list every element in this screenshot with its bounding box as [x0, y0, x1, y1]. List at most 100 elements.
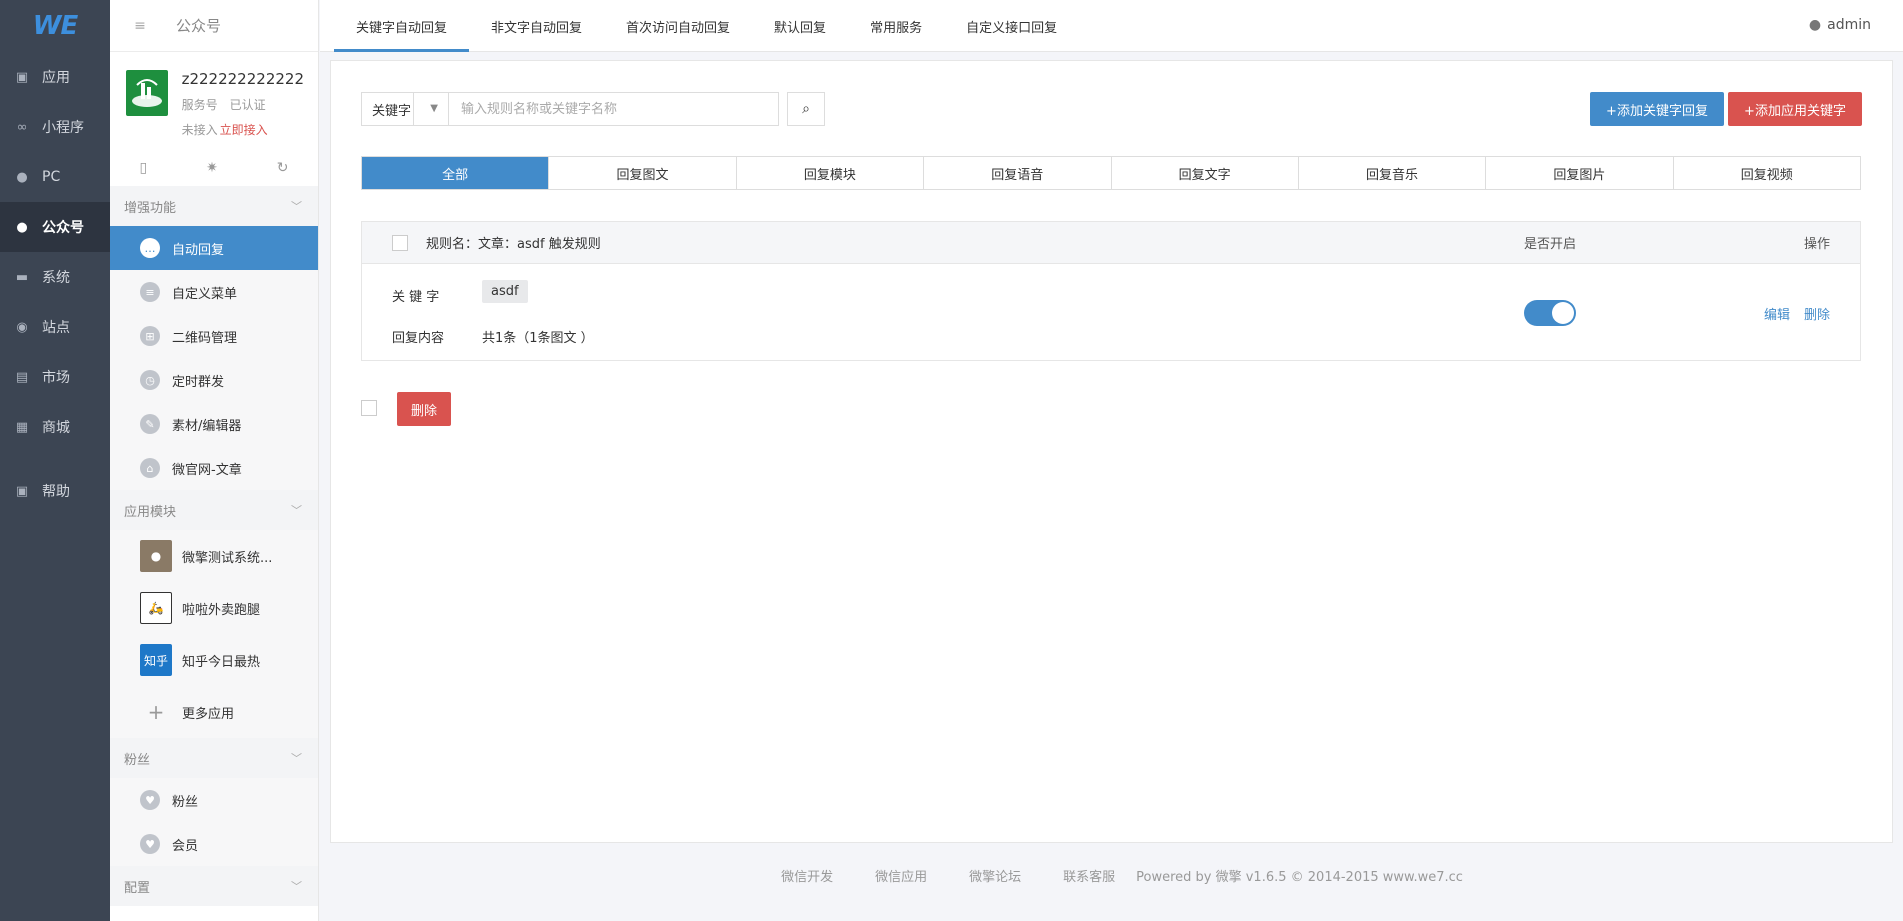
nav-custom-menu[interactable]: ≡ 自定义菜单	[110, 270, 318, 314]
tab-first-visit-reply[interactable]: 首次访问自动回复	[604, 0, 752, 52]
group-config[interactable]: 配置 ﹀	[110, 866, 318, 906]
main-panel: 关键字 ▼ ⌕ +添加关键字回复 +添加应用关键字 全部 回复图文 回复模块 回…	[330, 60, 1893, 843]
help-icon: ▣	[15, 483, 29, 499]
filter-voice[interactable]: 回复语音	[924, 157, 1112, 189]
caret-down-icon: ▼	[430, 103, 438, 114]
rail-item-site[interactable]: ◉ 站点	[0, 302, 110, 352]
bulk-delete-button[interactable]: 删除	[397, 392, 451, 426]
rail-item-apps[interactable]: ▣ 应用	[0, 52, 110, 102]
rail-item-miniprogram[interactable]: ∞ 小程序	[0, 102, 110, 152]
filter-image[interactable]: 回复图片	[1486, 157, 1674, 189]
mobile-icon[interactable]: ▯	[139, 160, 147, 176]
qrcode-icon: ⊞	[140, 326, 160, 346]
nav-microsite-article[interactable]: ⌂ 微官网-文章	[110, 446, 318, 490]
account-status: 未接入	[181, 123, 218, 137]
link-icon: ∞	[16, 119, 28, 135]
nav-fans[interactable]: ♥ 粉丝	[110, 778, 318, 822]
search-button[interactable]: ⌕	[787, 92, 825, 126]
user-menu[interactable]: ● admin	[1809, 0, 1871, 50]
keyword-label: 关 键 字	[392, 290, 440, 305]
account-verified: 已认证	[229, 98, 266, 112]
footer: 微信开发 微信应用 微擎论坛 联系客服 Powered by 微擎 v1.6.5…	[320, 860, 1903, 890]
tab-keyword-reply[interactable]: 关键字自动回复	[334, 0, 470, 52]
heart-icon: ♥	[140, 834, 160, 854]
gear-icon[interactable]: ✷	[206, 160, 218, 176]
search-icon: ⌕	[802, 101, 810, 117]
filter-news[interactable]: 回复图文	[549, 157, 737, 189]
rule-checkbox[interactable]	[392, 234, 408, 251]
footer-link-wechat-apps[interactable]: 微信应用	[875, 866, 927, 885]
rail-item-system[interactable]: ▬ 系统	[0, 252, 110, 302]
module-more-apps[interactable]: + 更多应用	[110, 686, 318, 738]
account-name: z222222222222	[181, 70, 304, 88]
chevron-down-icon: ﹀	[291, 504, 302, 517]
tab-custom-api-reply[interactable]: 自定义接口回复	[944, 0, 1079, 52]
menu-toggle-icon[interactable]: ≡	[110, 18, 170, 34]
nav-scheduled-send[interactable]: ◷ 定时群发	[110, 358, 318, 402]
koala-icon: ●	[140, 540, 172, 572]
scooter-icon: 🛵	[140, 592, 172, 624]
delete-link[interactable]: 删除	[1804, 304, 1830, 323]
nav-members[interactable]: ♥ 会员	[110, 822, 318, 866]
footer-link-forum[interactable]: 微擎论坛	[969, 866, 1021, 885]
col-enabled-header: 是否开启	[1524, 237, 1577, 252]
reply-type-filter: 全部 回复图文 回复模块 回复语音 回复文字 回复音乐 回复图片 回复视频	[361, 156, 1861, 190]
pencil-icon: ✎	[140, 414, 160, 434]
rail-item-mall[interactable]: ▦ 商城	[0, 402, 110, 452]
nav-material-editor[interactable]: ✎ 素材/编辑器	[110, 402, 318, 446]
reply-content-label: 回复内容	[392, 331, 445, 346]
filter-text[interactable]: 回复文字	[1112, 157, 1299, 189]
account-logo	[126, 70, 168, 116]
refresh-icon[interactable]: ↻	[277, 160, 289, 176]
add-app-keyword-button[interactable]: +添加应用关键字	[1728, 92, 1862, 126]
main-rail: WE ▣ 应用 ∞ 小程序 ● PC ● 公众号 ▬ 系统 ◉ 站点 ▤ 市场 ▦ 商城 ▣ 帮助	[0, 0, 110, 921]
rail-item-help[interactable]: ▣ 帮助	[0, 466, 110, 516]
module-delivery[interactable]: 🛵 啦啦外卖跑腿	[110, 582, 318, 634]
add-keyword-reply-button[interactable]: +添加关键字回复	[1590, 92, 1724, 126]
heart-icon: ♥	[140, 790, 160, 810]
filter-module[interactable]: 回复模块	[737, 157, 925, 189]
globe-icon: ◉	[16, 319, 28, 335]
rule-enabled-toggle[interactable]	[1524, 300, 1576, 326]
module-test-system[interactable]: ● 微擎测试系统...	[110, 530, 318, 582]
group-enhance[interactable]: 增强功能 ﹀	[110, 186, 318, 226]
rail-item-pc[interactable]: ● PC	[0, 152, 110, 202]
plus-icon: +	[147, 700, 165, 724]
sidebar-title: 公众号	[176, 17, 222, 35]
module-zhihu[interactable]: 知乎 知乎今日最热	[110, 634, 318, 686]
footer-link-support[interactable]: 联系客服	[1063, 866, 1115, 885]
keyword-tag: asdf	[482, 280, 528, 303]
search-bar: 关键字 ▼ ⌕	[361, 92, 825, 126]
footer-link-wechat-dev[interactable]: 微信开发	[781, 866, 833, 885]
filter-music[interactable]: 回复音乐	[1299, 157, 1487, 189]
reply-content-value: 共1条（1条图文 ）	[482, 331, 594, 346]
group-fans[interactable]: 粉丝 ﹀	[110, 738, 318, 778]
filter-all[interactable]: 全部	[362, 157, 550, 189]
search-type-select[interactable]: 关键字 ▼	[361, 92, 449, 126]
user-icon: ●	[16, 219, 28, 235]
tab-default-reply[interactable]: 默认回复	[752, 0, 848, 52]
connect-link[interactable]: 立即接入	[220, 123, 268, 137]
search-input[interactable]	[449, 92, 779, 126]
footer-powered: Powered by 微擎 v1.6.5 © 2014-2015 www.we7…	[1136, 869, 1463, 885]
rule-card: 规则名：文章：asdf 触发规则 是否开启 操作 关 键 字 asdf 回复内容…	[361, 221, 1861, 361]
tab-nontext-reply[interactable]: 非文字自动回复	[469, 0, 604, 52]
filter-video[interactable]: 回复视频	[1674, 157, 1860, 189]
logo[interactable]: WE	[0, 0, 110, 52]
clock-icon: ◷	[140, 370, 160, 390]
rail-item-official-account[interactable]: ● 公众号	[0, 202, 110, 252]
chat-icon: …	[140, 238, 160, 258]
select-all-checkbox[interactable]	[361, 400, 377, 416]
nav-qrcode[interactable]: ⊞ 二维码管理	[110, 314, 318, 358]
zhihu-icon: 知乎	[140, 644, 172, 676]
rail-item-market[interactable]: ▤ 市场	[0, 352, 110, 402]
tab-common-services[interactable]: 常用服务	[848, 0, 944, 52]
nav-auto-reply[interactable]: … 自动回复	[110, 226, 318, 270]
store-icon: ▦	[15, 419, 29, 435]
top-bar: 关键字自动回复 非文字自动回复 首次访问自动回复 默认回复 常用服务 自定义接口…	[320, 0, 1903, 52]
edit-link[interactable]: 编辑	[1764, 304, 1790, 323]
user-icon: ●	[1808, 17, 1822, 33]
user-icon: ●	[16, 169, 28, 185]
cart-icon: ▤	[15, 369, 29, 385]
group-modules[interactable]: 应用模块 ﹀	[110, 490, 318, 530]
